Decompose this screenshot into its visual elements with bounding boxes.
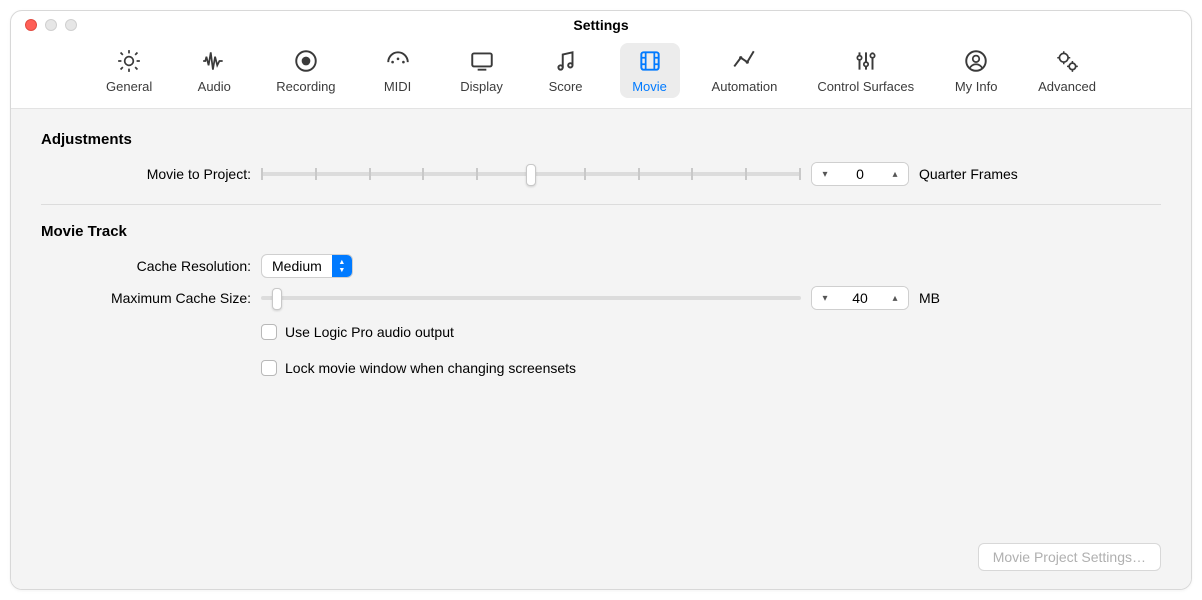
max-cache-size-slider[interactable] (261, 288, 801, 308)
tab-label: MIDI (384, 79, 411, 94)
tab-audio[interactable]: Audio (184, 43, 244, 98)
tab-control-surfaces[interactable]: Control Surfaces (809, 43, 922, 98)
display-icon (468, 47, 496, 75)
zoom-window-button[interactable] (65, 19, 77, 31)
user-icon (962, 47, 990, 75)
select-arrow-icon: ▲▼ (332, 255, 352, 277)
stepper-increment[interactable]: ▴ (882, 163, 908, 185)
use-audio-output-row[interactable]: Use Logic Pro audio output (261, 324, 454, 340)
tab-label: My Info (955, 79, 998, 94)
window-title: Settings (573, 17, 628, 33)
tab-label: Recording (276, 79, 335, 94)
stepper-value: 0 (838, 166, 882, 182)
slider-thumb[interactable] (272, 288, 282, 310)
use-audio-output-checkbox[interactable] (261, 324, 277, 340)
stepper-value: 40 (838, 290, 882, 306)
use-audio-output-label: Use Logic Pro audio output (285, 324, 454, 340)
tab-label: Control Surfaces (817, 79, 914, 94)
movie-to-project-row: Movie to Project: ▾ 0 ▴ Quarter Frames (41, 162, 1161, 186)
stepper-decrement[interactable]: ▾ (812, 287, 838, 309)
sliders-icon (852, 47, 880, 75)
movie-to-project-label: Movie to Project: (41, 166, 261, 182)
waveform-icon (200, 47, 228, 75)
stepper-decrement[interactable]: ▾ (812, 163, 838, 185)
slider-thumb[interactable] (526, 164, 536, 186)
stepper-increment[interactable]: ▴ (882, 287, 908, 309)
film-icon (636, 47, 664, 75)
tab-midi[interactable]: MIDI (368, 43, 428, 98)
lock-window-label: Lock movie window when changing screense… (285, 360, 576, 376)
movie-project-settings-button[interactable]: Movie Project Settings… (978, 543, 1161, 571)
minimize-window-button[interactable] (45, 19, 57, 31)
tab-label: Advanced (1038, 79, 1096, 94)
record-icon (292, 47, 320, 75)
tab-label: Movie (632, 79, 667, 94)
tab-label: General (106, 79, 152, 94)
max-cache-size-row: Maximum Cache Size: ▾ 40 ▴ MB (41, 286, 1161, 310)
movie-to-project-slider[interactable] (261, 164, 801, 184)
tab-advanced[interactable]: Advanced (1030, 43, 1104, 98)
settings-window: Settings General Audio Recording MIDI (10, 10, 1192, 590)
cache-resolution-select[interactable]: Medium ▲▼ (261, 254, 353, 278)
automation-icon (730, 47, 758, 75)
section-divider (41, 204, 1161, 205)
settings-toolbar: General Audio Recording MIDI Display (11, 39, 1191, 109)
movie-to-project-stepper[interactable]: ▾ 0 ▴ (811, 162, 909, 186)
music-notes-icon (552, 47, 580, 75)
window-controls (25, 19, 77, 31)
max-cache-size-stepper[interactable]: ▾ 40 ▴ (811, 286, 909, 310)
tab-automation[interactable]: Automation (704, 43, 786, 98)
section-movie-track-title: Movie Track (41, 223, 1161, 240)
tab-display[interactable]: Display (452, 43, 512, 98)
movie-to-project-unit: Quarter Frames (919, 166, 1018, 182)
cache-resolution-row: Cache Resolution: Medium ▲▼ (41, 254, 1161, 278)
title-bar: Settings (11, 11, 1191, 39)
midi-icon (384, 47, 412, 75)
checkbox-group: Use Logic Pro audio output Lock movie wi… (41, 318, 1161, 382)
lock-window-row[interactable]: Lock movie window when changing screense… (261, 360, 576, 376)
close-window-button[interactable] (25, 19, 37, 31)
gears-icon (1053, 47, 1081, 75)
tab-movie[interactable]: Movie (620, 43, 680, 98)
tab-recording[interactable]: Recording (268, 43, 343, 98)
cache-resolution-label: Cache Resolution: (41, 258, 261, 274)
settings-content: Adjustments Movie to Project: ▾ 0 ▴ Quar… (11, 109, 1191, 589)
tab-label: Display (460, 79, 503, 94)
cache-resolution-value: Medium (262, 258, 332, 274)
tab-label: Automation (712, 79, 778, 94)
tab-label: Score (549, 79, 583, 94)
tab-general[interactable]: General (98, 43, 160, 98)
max-cache-size-unit: MB (919, 290, 940, 306)
lock-window-checkbox[interactable] (261, 360, 277, 376)
tab-score[interactable]: Score (536, 43, 596, 98)
tab-label: Audio (198, 79, 231, 94)
section-adjustments-title: Adjustments (41, 131, 1161, 148)
max-cache-size-label: Maximum Cache Size: (41, 290, 261, 306)
tab-my-info[interactable]: My Info (946, 43, 1006, 98)
gear-icon (115, 47, 143, 75)
